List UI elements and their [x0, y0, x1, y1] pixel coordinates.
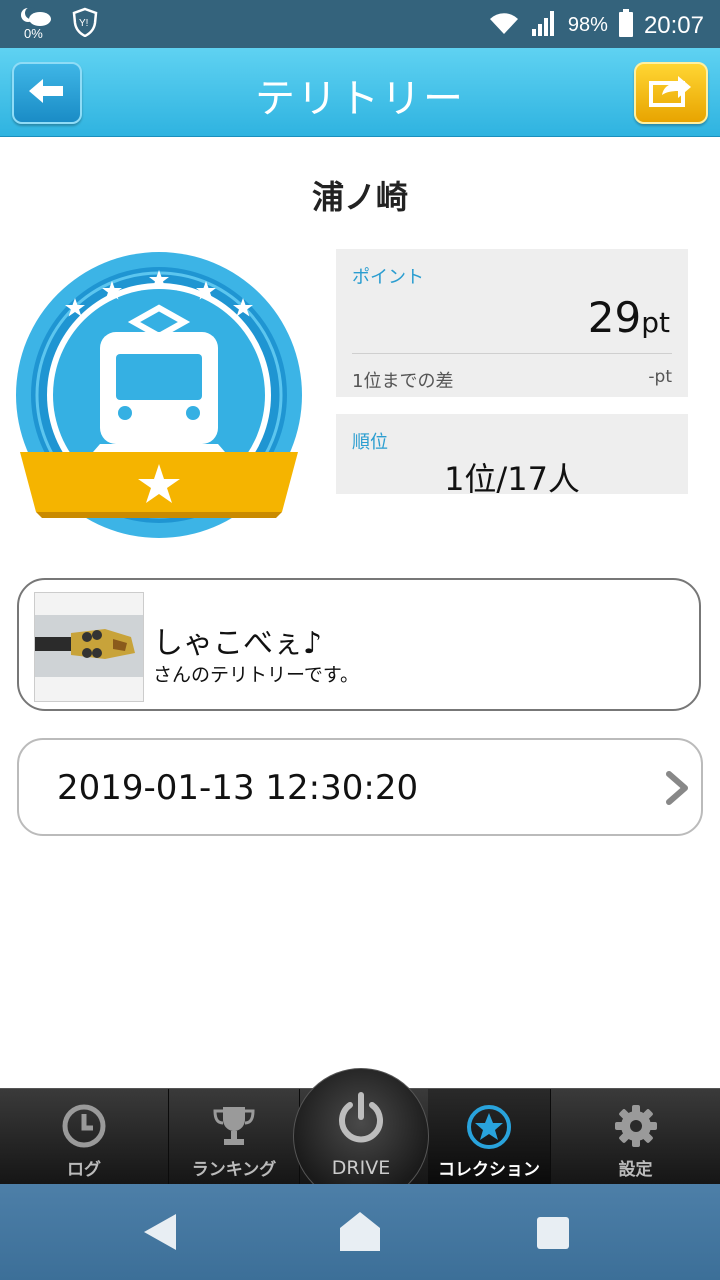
points-label: ポイント: [352, 267, 424, 288]
wifi-icon: [488, 10, 520, 41]
points-unit: pt: [641, 306, 670, 339]
nav-recents-icon[interactable]: [536, 1216, 570, 1254]
history-date-row[interactable]: 2019-01-13 12:30:20: [17, 738, 703, 836]
trophy-icon: [211, 1103, 257, 1153]
tab-settings[interactable]: 設定: [551, 1089, 720, 1185]
tab-collection-label: コレクション: [438, 1160, 540, 1180]
territory-badge: [14, 250, 304, 540]
rank-label: 順位: [352, 432, 388, 453]
avatar: [34, 592, 144, 702]
svg-text:Y!: Y!: [79, 18, 88, 29]
rank-panel: 順位 1位/17人: [336, 414, 688, 498]
owner-card[interactable]: しゃこべぇ♪ さんのテリトリーです。: [17, 578, 701, 711]
share-button[interactable]: [634, 62, 708, 124]
battery-icon: [618, 8, 634, 43]
tab-log-label: ログ: [67, 1160, 101, 1180]
tab-collection[interactable]: コレクション: [428, 1089, 551, 1185]
app-header: テリトリー: [0, 48, 720, 137]
drive-label: DRIVE: [331, 1157, 391, 1179]
status-bar: 0% Y! 98% 20:07: [0, 0, 720, 48]
system-nav-bar: [0, 1184, 720, 1280]
points-number: 29: [587, 293, 642, 342]
clock-time: 20:07: [643, 11, 704, 39]
signal-icon: [530, 9, 558, 42]
rank-value: 1位/17人: [444, 460, 580, 498]
diff-to-first-label: 1位までの差: [352, 371, 454, 392]
power-icon: [336, 1091, 386, 1149]
points-value: 29pt: [588, 293, 670, 342]
owner-name: しゃこべぇ♪: [153, 626, 323, 661]
chevron-right-icon: [665, 770, 691, 810]
star-circle-icon: [465, 1103, 513, 1155]
owner-description: さんのテリトリーです。: [153, 664, 359, 686]
tab-ranking-label: ランキング: [191, 1160, 277, 1180]
tab-log[interactable]: ログ: [0, 1089, 169, 1185]
divider: [352, 353, 672, 354]
ribbon: [20, 452, 298, 518]
battery-percent: 98%: [567, 14, 608, 36]
acquired-date: 2019-01-13 12:30:20: [57, 768, 419, 808]
tab-settings-label: 設定: [618, 1160, 653, 1180]
weather-icon: 0%: [18, 6, 52, 42]
page-title: テリトリー: [255, 76, 465, 122]
clock-icon: [61, 1103, 107, 1153]
share-icon: [648, 73, 694, 113]
shield-icon: Y!: [72, 7, 98, 41]
station-name: 浦ノ崎: [311, 178, 408, 216]
diff-to-first-value: -pt: [648, 367, 672, 387]
tab-ranking[interactable]: ランキング: [169, 1089, 300, 1185]
nav-home-icon[interactable]: [339, 1210, 381, 1256]
gear-icon: [613, 1103, 659, 1153]
nav-back-icon[interactable]: [140, 1212, 180, 1256]
weather-percent: 0%: [24, 26, 43, 41]
points-panel: ポイント 29pt 1位までの差 -pt: [336, 249, 688, 397]
